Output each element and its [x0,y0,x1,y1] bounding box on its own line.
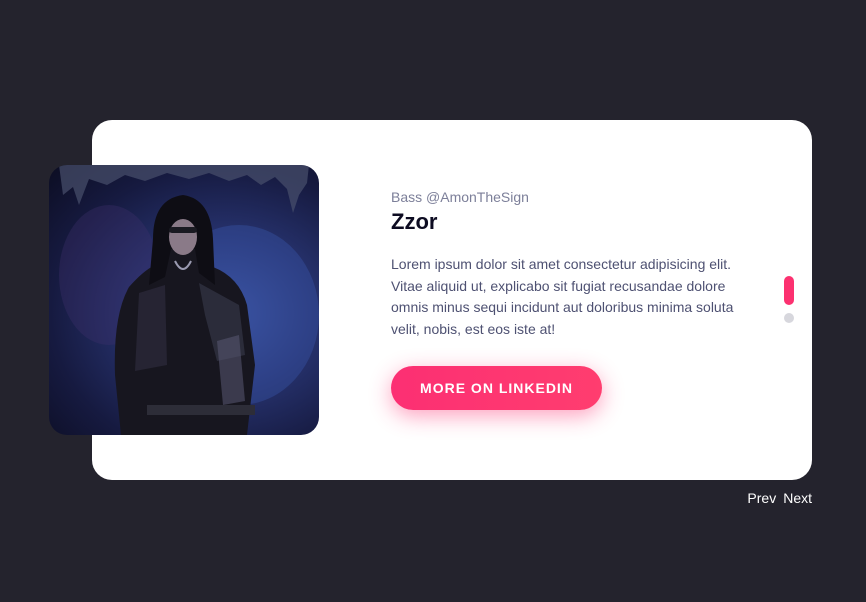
pagination-dots [784,276,794,331]
profile-name: Zzor [391,209,438,234]
profile-subtitle: Bass @AmonTheSign [391,189,529,205]
linkedin-button[interactable]: MORE ON LINKEDIN [391,366,602,410]
profile-photo [49,165,319,435]
profile-content: Bass @AmonTheSign Zzor Lorem ipsum dolor… [391,188,761,340]
pagination-dot-active[interactable] [784,276,794,305]
prev-button[interactable]: Prev [747,490,776,506]
pagination-dot[interactable] [784,313,794,323]
slider-nav: Prev Next [747,490,812,506]
next-button[interactable]: Next [783,490,812,506]
profile-description: Lorem ipsum dolor sit amet consectetur a… [391,256,734,337]
slider-stage: Bass @AmonTheSign Zzor Lorem ipsum dolor… [0,0,866,602]
musician-image [59,165,319,435]
